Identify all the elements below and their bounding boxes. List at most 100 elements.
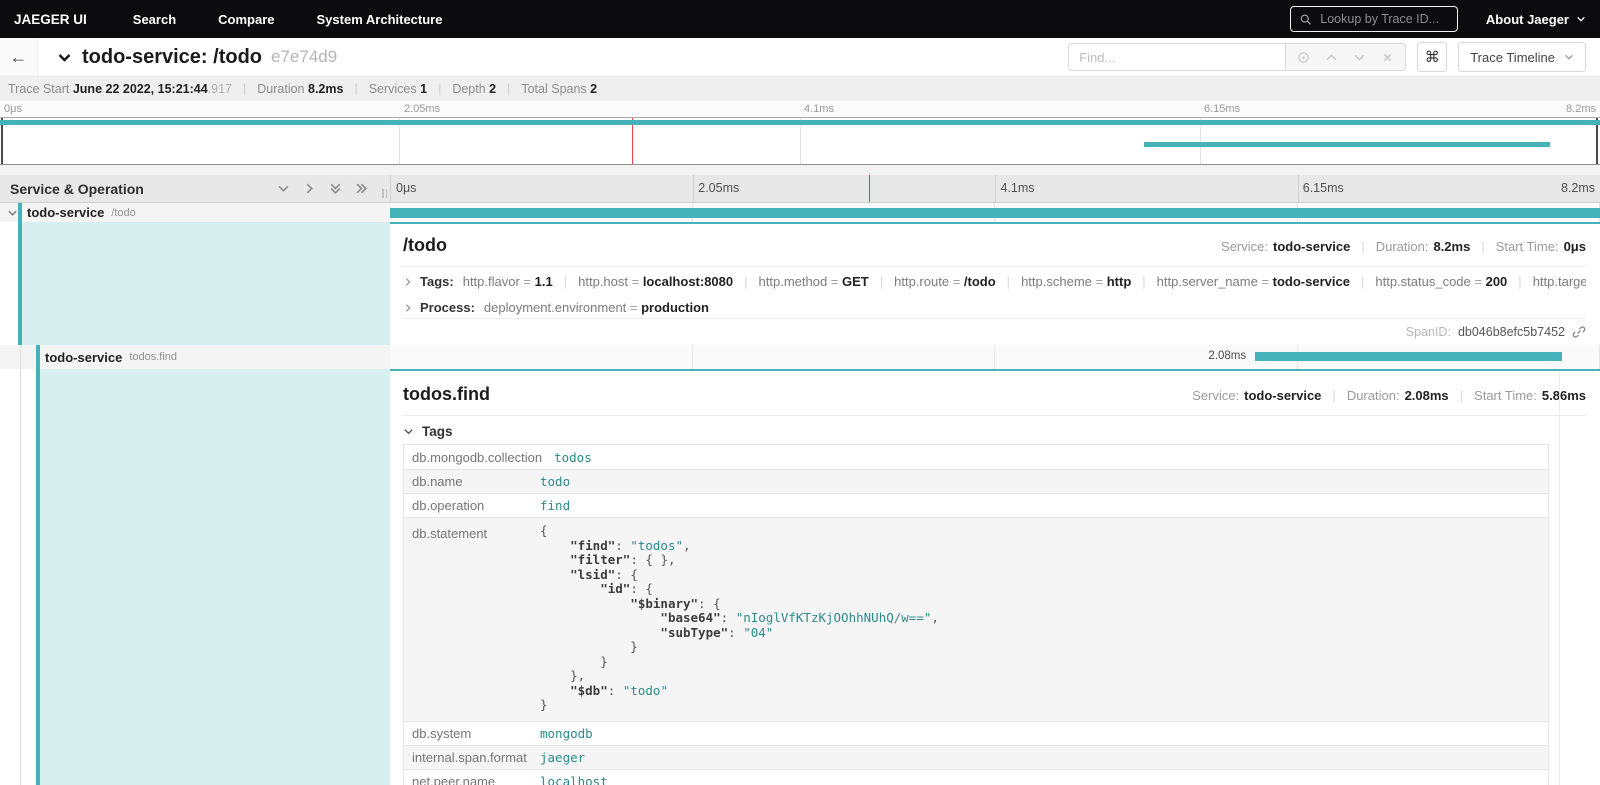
trace-summary-stats: Trace Start June 22 2022, 15:21:44.917|D… [0, 77, 1600, 101]
jaeger-logo[interactable]: JAEGER UI [14, 12, 87, 27]
trace-view-label: Trace Timeline [1470, 50, 1555, 65]
search-icon [1300, 13, 1311, 26]
detail-panel-edge [1559, 371, 1560, 785]
trace-lookup-input[interactable] [1318, 11, 1448, 27]
trace-page-header: ← todo-service: /todo e7e74d9 ⌘ Trace Ti… [0, 38, 1600, 77]
tag-table-row: net.peer.namelocalhost [404, 769, 1548, 785]
tags-label: Tags: [420, 274, 454, 289]
expand-one-icon[interactable] [303, 182, 316, 195]
keyboard-shortcuts-button[interactable]: ⌘ [1417, 42, 1447, 72]
about-jaeger-menu[interactable]: About Jaeger [1486, 12, 1586, 27]
separator: | [1142, 274, 1145, 289]
find-input[interactable] [1068, 43, 1286, 71]
service-operation-label: Service & Operation [10, 181, 144, 197]
back-arrow-icon: ← [10, 47, 28, 68]
collapse-children-icon[interactable] [7, 207, 18, 218]
tag: http.scheme = http [1021, 274, 1131, 289]
tag: http.target = /todo [1533, 274, 1586, 289]
service-operation-header: Service & Operation [0, 175, 390, 202]
command-icon: ⌘ [1425, 48, 1440, 66]
chevron-down-icon [403, 426, 414, 437]
copy-link-icon[interactable] [1572, 325, 1586, 339]
timeline-tick: 4.1ms [996, 181, 1035, 195]
span-row-todos-find[interactable]: todo-service todos.find 2.08ms [0, 345, 1600, 369]
separator: | [1361, 274, 1364, 289]
focus-match-icon[interactable] [1297, 51, 1310, 64]
collapse-all-icon[interactable] [329, 182, 342, 195]
span-detail-panel: /todo Service:todo-service | Duration:8.… [390, 222, 1600, 345]
tag-value: jaeger [534, 748, 591, 767]
span-detail-todo: /todo Service:todo-service | Duration:8.… [0, 222, 1600, 345]
trace-lookup-box[interactable] [1290, 6, 1458, 32]
tag-value: find [534, 496, 576, 515]
tag: deployment.environment = production [484, 300, 709, 315]
divider [403, 266, 1586, 267]
expand-all-icon[interactable] [355, 182, 368, 195]
tag-key: db.system [404, 724, 534, 743]
tags-table: db.mongodb.collectiontodosdb.nametododb.… [403, 444, 1549, 785]
nav-item-system-architecture[interactable]: System Architecture [317, 12, 443, 27]
span-service-name: todo-service [45, 350, 122, 365]
span-detail-panel: todos.find Service:todo-service | Durati… [390, 369, 1600, 785]
span-bar-1[interactable] [390, 208, 1600, 218]
clear-find-icon[interactable] [1381, 51, 1394, 64]
tag-table-row: db.nametodo [404, 469, 1548, 493]
collapse-one-icon[interactable] [277, 182, 290, 195]
column-resize-handle[interactable] [382, 189, 387, 198]
timeline-tick: 8.2ms [1566, 103, 1596, 115]
separator: | [1007, 274, 1010, 289]
process-accordion[interactable]: Process: deployment.environment = produc… [403, 296, 1586, 319]
span-name-cell[interactable]: todo-service todos.find [0, 345, 390, 369]
summary-item: Trace Start June 22 2022, 15:21:44.917 [8, 82, 232, 96]
separator: | [880, 274, 883, 289]
about-jaeger-label: About Jaeger [1486, 12, 1569, 27]
selected-span-highlight [22, 222, 390, 345]
trace-title: todo-service: /todo [82, 46, 262, 69]
span-name-cell[interactable]: todo-service /todo [0, 203, 390, 222]
separator: | [354, 82, 357, 96]
trace-view-select[interactable]: Trace Timeline [1458, 42, 1586, 72]
span-operation-name: todos.find [129, 351, 177, 363]
tags-accordion[interactable]: Tags: http.flavor = 1.1 | http.host = loca… [403, 270, 1586, 293]
timeline-tick: 4.1ms [800, 103, 834, 115]
expand-collapse-controls [277, 182, 380, 195]
tag: http.route = /todo [894, 274, 996, 289]
tags-section-toggle[interactable]: Tags [403, 424, 1586, 439]
tag: http.flavor = 1.1 [463, 274, 553, 289]
timeline-tick: 0μs [0, 103, 22, 115]
tag-table-row: db.statement{ "find": "todos", "filter":… [404, 517, 1548, 721]
span-timeline-cell[interactable]: 2.08ms [390, 345, 1600, 369]
tag-value: localhost [534, 772, 614, 785]
timeline-header: 0μs2.05ms4.1ms6.15ms8.2ms [390, 175, 1600, 202]
span-operation-name: /todo [111, 207, 135, 219]
chevron-down-icon [1564, 52, 1574, 62]
back-button[interactable]: ← [0, 38, 38, 76]
span-table-header: Service & Operation 0μs2.05ms4.1ms6.15ms… [0, 175, 1600, 203]
tag-key: db.name [404, 472, 534, 491]
nav-item-compare[interactable]: Compare [218, 12, 274, 27]
timeline-minimap: 0μs2.05ms4.1ms6.15ms8.2ms [0, 101, 1600, 165]
tag-key: db.statement [404, 522, 534, 543]
timeline-cursor-guide [869, 175, 870, 202]
separator: | [243, 82, 246, 96]
minimap-span-bar [1144, 142, 1550, 147]
minimap-span-bar [0, 120, 1600, 125]
span-bar-2[interactable] [1255, 352, 1562, 361]
process-summary-list: deployment.environment = production [484, 300, 709, 315]
prev-match-icon[interactable] [1325, 51, 1338, 64]
span-row-todo[interactable]: todo-service /todo [0, 203, 1600, 222]
trace-id: e7e74d9 [271, 47, 337, 67]
tag-table-row: internal.span.formatjaeger [404, 745, 1548, 769]
span-timeline-cell[interactable] [390, 203, 1600, 222]
minimap-graph[interactable] [0, 117, 1600, 165]
tag: http.method = GET [759, 274, 869, 289]
timeline-tick: 8.2ms [1561, 181, 1595, 195]
trace-collapse-toggle[interactable] [57, 50, 72, 65]
nav-item-search[interactable]: Search [133, 12, 176, 27]
process-label: Process: [420, 300, 475, 315]
separator: | [1518, 274, 1521, 289]
next-match-icon[interactable] [1353, 51, 1366, 64]
chevron-right-icon [403, 277, 413, 287]
tag: http.host = localhost:8080 [578, 274, 733, 289]
tag-value: mongodb [534, 724, 599, 743]
